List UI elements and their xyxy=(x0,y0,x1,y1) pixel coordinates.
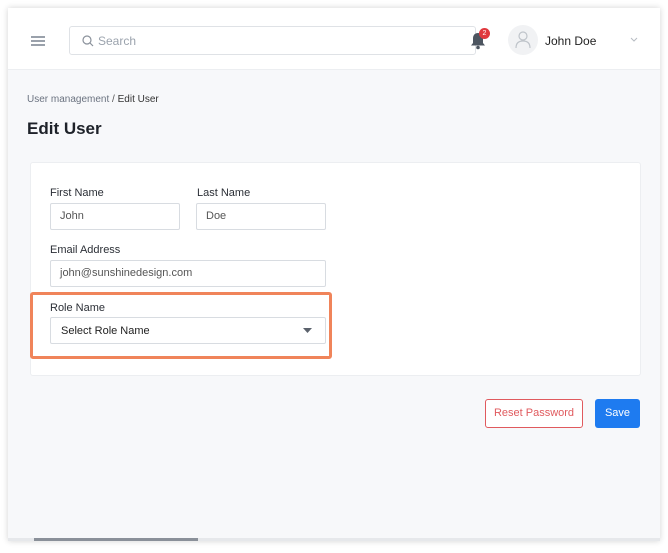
role-name-select[interactable]: Select Role Name xyxy=(50,317,326,344)
first-name-field[interactable]: John xyxy=(50,203,180,230)
chevron-down-icon[interactable] xyxy=(630,37,638,42)
page-title: Edit User xyxy=(27,119,102,138)
role-name-select-value: Select Role Name xyxy=(61,325,150,337)
email-field[interactable]: john@sunshinedesign.com xyxy=(50,260,326,287)
notification-badge: 2 xyxy=(479,28,490,39)
user-icon xyxy=(515,31,531,49)
search-box[interactable] xyxy=(69,26,476,55)
last-name-field[interactable]: Doe xyxy=(196,203,326,230)
caret-down-icon xyxy=(303,328,312,333)
reset-password-button[interactable]: Reset Password xyxy=(485,399,583,428)
search-input[interactable] xyxy=(98,31,458,51)
breadcrumb-separator: / xyxy=(109,94,118,105)
scrollbar-thumb[interactable] xyxy=(34,538,198,541)
breadcrumb-current: Edit User xyxy=(117,94,159,105)
breadcrumb: User management / Edit User xyxy=(27,94,159,105)
last-name-label: Last Name xyxy=(197,187,251,199)
top-bar: 2 John Doe xyxy=(8,8,660,70)
email-label: Email Address xyxy=(50,244,121,256)
first-name-label: First Name xyxy=(50,187,104,199)
search-icon xyxy=(82,35,94,47)
avatar[interactable] xyxy=(508,25,538,55)
role-name-label: Role Name xyxy=(50,302,106,314)
save-button[interactable]: Save xyxy=(595,399,640,428)
menu-icon[interactable] xyxy=(31,36,45,46)
breadcrumb-parent-link[interactable]: User management xyxy=(27,94,109,105)
user-name[interactable]: John Doe xyxy=(545,34,596,48)
